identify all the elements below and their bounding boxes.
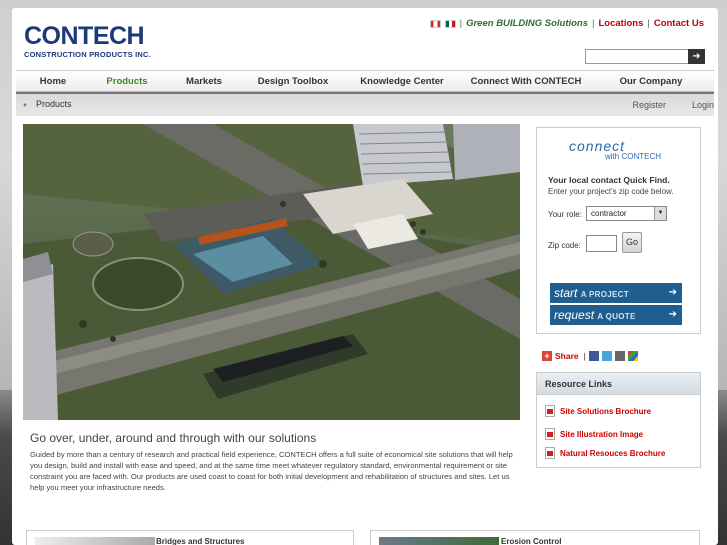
canada-flag-icon[interactable] bbox=[429, 19, 441, 28]
share-plus-icon[interactable]: + bbox=[542, 351, 552, 361]
start-a-project-button[interactable]: start A PROJECT ➔ bbox=[550, 283, 682, 303]
search-button[interactable]: ➜ bbox=[688, 49, 705, 64]
nav-our-company[interactable]: Our Company bbox=[590, 71, 712, 91]
nav-knowledge-center[interactable]: Knowledge Center bbox=[342, 71, 462, 91]
card-erosion-control[interactable]: Erosion Control bbox=[370, 530, 700, 545]
nav-products[interactable]: Products bbox=[90, 71, 164, 91]
bookmark-icon[interactable] bbox=[627, 351, 638, 361]
pdf-icon bbox=[545, 428, 555, 440]
hero-body-text: Guided by more than a century of researc… bbox=[30, 450, 513, 492]
quick-find-instructions: Enter your project's zip code below. bbox=[548, 187, 674, 196]
card-bridges-structures[interactable]: Bridges and Structures bbox=[26, 530, 354, 545]
sub-nav-bar: ▼ Products Register Login bbox=[16, 92, 714, 116]
card-thumbnail bbox=[35, 537, 155, 545]
role-label: Your role: bbox=[548, 210, 582, 219]
mexico-flag-icon[interactable] bbox=[444, 19, 456, 28]
zip-code-label: Zip code: bbox=[548, 241, 581, 250]
green-building-link[interactable]: Green BUILDING Solutions bbox=[466, 18, 588, 29]
twitter-icon[interactable] bbox=[601, 351, 612, 361]
nav-markets[interactable]: Markets bbox=[164, 71, 244, 91]
share-link[interactable]: Share bbox=[555, 351, 579, 361]
card-title: Bridges and Structures bbox=[156, 537, 245, 545]
site-illustration-graphic bbox=[23, 124, 520, 420]
login-link[interactable]: Login bbox=[692, 100, 714, 110]
resource-links-panel: Resource Links Site Solutions Brochure S… bbox=[536, 372, 701, 468]
pdf-icon bbox=[545, 447, 555, 459]
connect-with-contech-logo: connect with CONTECH bbox=[569, 138, 662, 161]
utility-links: | Green BUILDING Solutions | Locations |… bbox=[429, 18, 704, 29]
contact-us-link[interactable]: Contact Us bbox=[654, 18, 704, 29]
resource-links-heading: Resource Links bbox=[537, 373, 700, 395]
arrow-right-icon: ➔ bbox=[668, 309, 677, 320]
card-thumbnail bbox=[379, 537, 499, 545]
role-select-value: contractor bbox=[591, 209, 627, 218]
resource-link-site-solutions[interactable]: Site Solutions Brochure bbox=[545, 405, 651, 417]
breadcrumb-label: Products bbox=[35, 99, 72, 109]
resource-link-natural-resources[interactable]: Natural Resouces Brochure bbox=[545, 447, 665, 459]
logo-wordmark: CONTECH bbox=[24, 22, 145, 50]
hero-site-illustration bbox=[23, 124, 520, 420]
card-title: Erosion Control bbox=[501, 537, 562, 545]
resource-link-site-illustration[interactable]: Site Illustration Image bbox=[545, 428, 643, 440]
triangle-down-icon: ▼ bbox=[22, 103, 28, 109]
share-bar: + Share | bbox=[542, 351, 638, 361]
nav-design-toolbox[interactable]: Design Toolbox bbox=[244, 71, 342, 91]
arrow-right-icon: ➔ bbox=[668, 287, 677, 298]
print-icon[interactable] bbox=[614, 351, 625, 361]
connect-quick-find-panel: connect with CONTECH Your local contact … bbox=[536, 127, 701, 334]
locations-link[interactable]: Locations bbox=[599, 18, 644, 29]
search-input[interactable] bbox=[585, 49, 705, 64]
zip-code-input[interactable] bbox=[586, 235, 617, 252]
main-nav: Home Products Markets Design Toolbox Kno… bbox=[16, 70, 714, 92]
chevron-down-icon: ▼ bbox=[654, 207, 666, 220]
quick-find-heading: Your local contact Quick Find. bbox=[548, 175, 670, 185]
request-a-quote-button[interactable]: request A QUOTE ➔ bbox=[550, 305, 682, 325]
contech-logo[interactable]: CONTECH CONSTRUCTION PRODUCTS INC. bbox=[24, 22, 151, 60]
hero-headline: Go over, under, around and through with … bbox=[30, 431, 317, 445]
breadcrumb[interactable]: ▼ Products bbox=[22, 99, 71, 109]
facebook-icon[interactable] bbox=[588, 351, 599, 361]
go-button[interactable]: Go bbox=[622, 232, 642, 253]
nav-connect-with-contech[interactable]: Connect With CONTECH bbox=[462, 71, 590, 91]
logo-tagline: CONSTRUCTION PRODUCTS INC. bbox=[24, 50, 151, 59]
pdf-icon bbox=[545, 405, 555, 417]
page-container: CONTECH CONSTRUCTION PRODUCTS INC. | Gre… bbox=[12, 8, 718, 545]
register-link[interactable]: Register bbox=[632, 100, 666, 110]
role-select[interactable]: contractor ▼ bbox=[586, 206, 667, 221]
nav-home[interactable]: Home bbox=[16, 71, 90, 91]
